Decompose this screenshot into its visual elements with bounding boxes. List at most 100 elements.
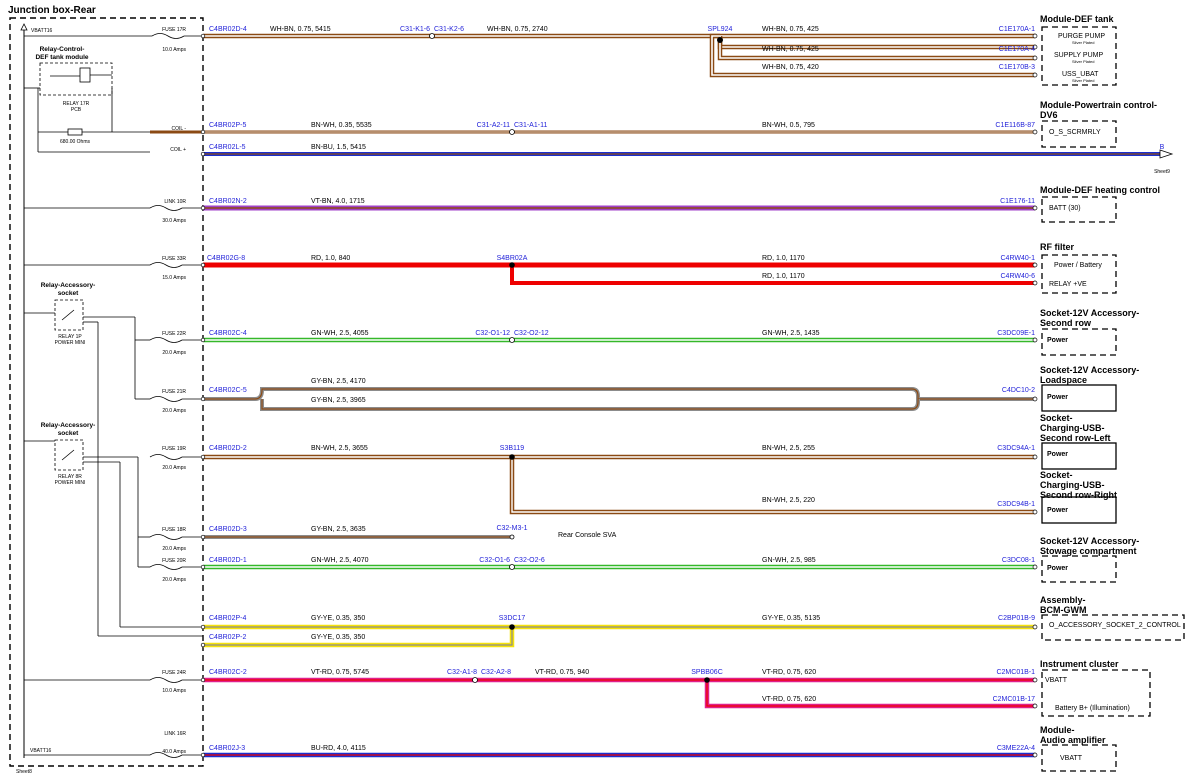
- svg-text:BU-RD, 4.0, 4115: BU-RD, 4.0, 4115: [311, 745, 366, 752]
- svg-text:GY-BN, 2.5, 3635: GY-BN, 2.5, 3635: [311, 526, 366, 533]
- wire-wh-bn-1: [203, 33, 1035, 78]
- svg-text:C31-A1-11: C31-A1-11: [514, 122, 547, 129]
- svg-text:C32-A2-8: C32-A2-8: [481, 669, 511, 676]
- svg-text:GN-WH, 2.5, 4055: GN-WH, 2.5, 4055: [311, 330, 369, 337]
- svg-text:RD, 1.0, 840: RD, 1.0, 840: [311, 255, 350, 262]
- svg-text:20.0 Amps: 20.0 Amps: [162, 546, 186, 552]
- svg-text:WH-BN, 0.75, 425: WH-BN, 0.75, 425: [762, 46, 819, 53]
- svg-text:Silver Plated: Silver Plated: [1072, 40, 1094, 45]
- vbatt-arrow-up-icon: [20, 23, 28, 31]
- svg-text:C31-K1-6: C31-K1-6: [400, 26, 430, 33]
- svg-text:10.0 Amps: 10.0 Amps: [162, 688, 186, 694]
- usb-left-title-2: Charging-USB-: [1040, 423, 1105, 433]
- svg-text:VBATT: VBATT: [1045, 677, 1068, 684]
- socket-stowage-title-1: Socket-12V Accessory-: [1040, 536, 1139, 546]
- usb-left-title-3: Second row-Left: [1040, 433, 1111, 443]
- wire-vt-rd: [203, 677, 1035, 709]
- svg-text:20.0 Amps: 20.0 Amps: [162, 465, 186, 471]
- svg-text:FUSE 22R: FUSE 22R: [162, 331, 186, 337]
- svg-text:SPL924: SPL924: [708, 26, 733, 33]
- svg-text:WH-BN, 0.75, 420: WH-BN, 0.75, 420: [762, 64, 819, 71]
- link-16r: LINK 16R 40.0 Amps: [149, 731, 203, 758]
- svg-text:WH-BN, 0.75, 425: WH-BN, 0.75, 425: [762, 26, 819, 33]
- vbatt-top-label: VBATT16: [31, 28, 53, 34]
- resistor-icon: [67, 128, 83, 136]
- module-def-heating-title: Module-DEF heating control: [1040, 185, 1160, 195]
- svg-text:VT-RD, 0.75, 940: VT-RD, 0.75, 940: [535, 669, 589, 676]
- svg-text:S3B119: S3B119: [500, 445, 524, 452]
- usb-right-title-2: Charging-USB-: [1040, 480, 1105, 490]
- svg-text:C4BR02J-3: C4BR02J-3: [209, 745, 245, 752]
- svg-text:LINK 10R: LINK 10R: [164, 199, 186, 205]
- svg-text:C31-A2-11: C31-A2-11: [477, 122, 510, 129]
- svg-text:PURGE PUMP: PURGE PUMP: [1058, 33, 1105, 40]
- svg-text:C2MC01B-17: C2MC01B-17: [993, 696, 1036, 703]
- svg-text:FUSE 24R: FUSE 24R: [162, 670, 186, 676]
- svg-text:Silver Plated: Silver Plated: [1072, 78, 1094, 83]
- sheet-ref: Sheet8: [16, 769, 32, 775]
- svg-text:Silver Plated: Silver Plated: [1072, 59, 1094, 64]
- module-pcm-title-2: DV6: [1040, 110, 1058, 120]
- svg-text:C4BR02D-3: C4BR02D-3: [209, 526, 247, 533]
- bcm-title-1: Assembly-: [1040, 595, 1086, 605]
- relay-8r-wiring: [83, 456, 203, 628]
- socket-second-row-title-1: Socket-12V Accessory-: [1040, 308, 1139, 318]
- bcm-title-2: BCM-GWM: [1040, 605, 1087, 615]
- module-titles: Module-DEF tank Module-Powertrain contro…: [1040, 14, 1160, 745]
- fuse-24r: FUSE 24R 10.0 Amps: [149, 670, 203, 694]
- svg-text:C4BR02P-4: C4BR02P-4: [209, 615, 246, 622]
- resistor-label: 680.00 Ohms: [60, 139, 91, 145]
- svg-text:GN-WH, 2.5, 4070: GN-WH, 2.5, 4070: [311, 557, 369, 564]
- usb-right-title-3: Second row-Right: [1040, 490, 1117, 500]
- svg-text:C4BR02D-2: C4BR02D-2: [209, 445, 247, 452]
- module-pin-labels: PURGE PUMP Silver Plated SUPPLY PUMP Sil…: [1045, 33, 1181, 762]
- svg-text:SPBB06C: SPBB06C: [691, 669, 723, 676]
- svg-text:C2MC01B-1: C2MC01B-1: [996, 669, 1035, 676]
- fuse-18r: FUSE 18R 20.0 Amps: [149, 527, 203, 552]
- svg-text:10.0 Amps: 10.0 Amps: [162, 47, 186, 53]
- end-pin-icons: [200, 33, 1038, 758]
- vbatt-bottom-label: VBATT16: [30, 748, 52, 754]
- svg-text:Battery B+ (Illumination): Battery B+ (Illumination): [1055, 705, 1130, 712]
- audio-amp-title-2: Audio amplifier: [1040, 735, 1106, 745]
- svg-text:C1E170B-3: C1E170B-3: [999, 64, 1035, 71]
- svg-text:SUPPLY PUMP: SUPPLY PUMP: [1054, 52, 1103, 59]
- relay-17r-label-2: DEF tank module: [35, 54, 88, 61]
- svg-text:FUSE 17R: FUSE 17R: [162, 27, 186, 33]
- svg-text:LINK 16R: LINK 16R: [164, 731, 186, 737]
- svg-text:VT-RD, 0.75, 620: VT-RD, 0.75, 620: [762, 669, 816, 676]
- svg-text:S3DC17: S3DC17: [499, 615, 526, 622]
- svg-text:BN-WH, 2.5, 3655: BN-WH, 2.5, 3655: [311, 445, 368, 452]
- svg-text:GN-WH, 2.5, 1435: GN-WH, 2.5, 1435: [762, 330, 820, 337]
- svg-text:GY-YE, 0.35, 350: GY-YE, 0.35, 350: [311, 615, 365, 622]
- link-10r: LINK 10R 30.0 Amps: [149, 199, 203, 224]
- svg-text:C4BR02P-2: C4BR02P-2: [209, 634, 246, 641]
- svg-text:Power: Power: [1047, 565, 1068, 572]
- svg-text:FUSE 18R: FUSE 18R: [162, 527, 186, 533]
- svg-text:GY-YE, 0.35, 350: GY-YE, 0.35, 350: [311, 634, 365, 641]
- svg-text:C32-O1-6: C32-O1-6: [479, 557, 510, 564]
- svg-text:USS_UBAT: USS_UBAT: [1062, 71, 1099, 78]
- svg-text:40.0 Amps: 40.0 Amps: [162, 749, 186, 755]
- svg-text:FUSE 20R: FUSE 20R: [162, 558, 186, 564]
- relay-control-def: Relay-Control- DEF tank module RELAY 17R…: [35, 46, 113, 113]
- svg-text:BN-BU, 1.5, 5415: BN-BU, 1.5, 5415: [311, 144, 366, 151]
- svg-text:FUSE 21R: FUSE 21R: [162, 389, 186, 395]
- svg-text:BN-WH, 0.5, 795: BN-WH, 0.5, 795: [762, 122, 815, 129]
- svg-text:B: B: [1160, 144, 1165, 151]
- relay-17r-label-1: Relay-Control-: [40, 46, 85, 53]
- svg-text:RELAY +VE: RELAY +VE: [1049, 281, 1087, 288]
- svg-text:C4BR02D-4: C4BR02D-4: [209, 26, 247, 33]
- svg-text:C4BR02C-5: C4BR02C-5: [209, 387, 247, 394]
- svg-text:GY-BN, 2.5, 4170: GY-BN, 2.5, 4170: [311, 378, 366, 385]
- svg-text:RD, 1.0, 1170: RD, 1.0, 1170: [762, 273, 805, 280]
- socket-loadspace-title-1: Socket-12V Accessory-: [1040, 365, 1139, 375]
- relay-8r-kind: POWER MINI: [55, 480, 86, 486]
- svg-text:C4BR02C-4: C4BR02C-4: [209, 330, 247, 337]
- svg-text:GY-BN, 2.5, 3965: GY-BN, 2.5, 3965: [311, 397, 366, 404]
- svg-text:C3DC08-1: C3DC08-1: [1002, 557, 1035, 564]
- svg-text:C31-K2-6: C31-K2-6: [434, 26, 464, 33]
- svg-text:FUSE 33R: FUSE 33R: [162, 256, 186, 262]
- audio-amp-title-1: Module-: [1040, 725, 1075, 735]
- wire-gy-bn-2: [203, 534, 515, 540]
